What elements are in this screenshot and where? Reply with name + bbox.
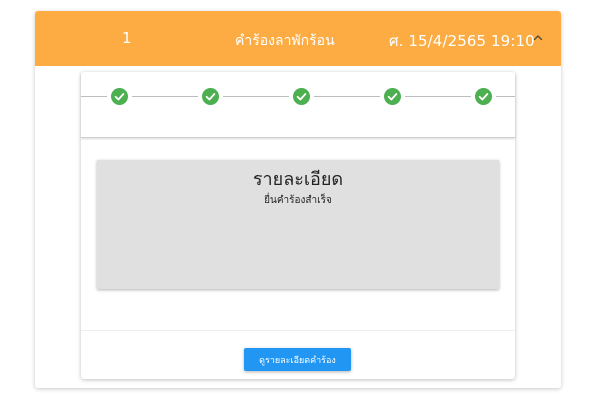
step-connector (81, 96, 107, 97)
request-detail-card: รายละเอียด ยื่นคำร้องสำเร็จ ดูรายละเอียด… (81, 72, 515, 379)
step-connector (496, 96, 515, 97)
step-connector (405, 96, 471, 97)
check-circle-icon (111, 88, 128, 105)
card-divider (81, 330, 515, 331)
detail-heading: รายละเอียด (252, 169, 344, 190)
check-circle-icon (202, 88, 219, 105)
progress-stepper (81, 72, 515, 138)
check-circle-icon (475, 88, 492, 105)
request-header[interactable]: 1 คำร้องลาพักร้อน ศ. 15/4/2565 19:10 (35, 11, 561, 66)
check-circle-icon (293, 88, 310, 105)
chevron-up-icon[interactable] (531, 31, 545, 45)
request-panel: 1 คำร้องลาพักร้อน ศ. 15/4/2565 19:10 ราย… (35, 11, 561, 388)
step-connector (314, 96, 380, 97)
step-connector (132, 96, 198, 97)
request-title: คำร้องลาพักร้อน (235, 33, 335, 49)
check-circle-icon (384, 88, 401, 105)
view-details-button[interactable]: ดูรายละเอียดคำร้อง (244, 348, 351, 371)
step-connector (223, 96, 289, 97)
request-number: 1 (122, 29, 132, 47)
request-datetime: ศ. 15/4/2565 19:10 (389, 32, 535, 50)
detail-status-text: ยื่นคำร้องสำเร็จ (264, 195, 332, 206)
detail-box: รายละเอียด ยื่นคำร้องสำเร็จ (97, 160, 499, 289)
